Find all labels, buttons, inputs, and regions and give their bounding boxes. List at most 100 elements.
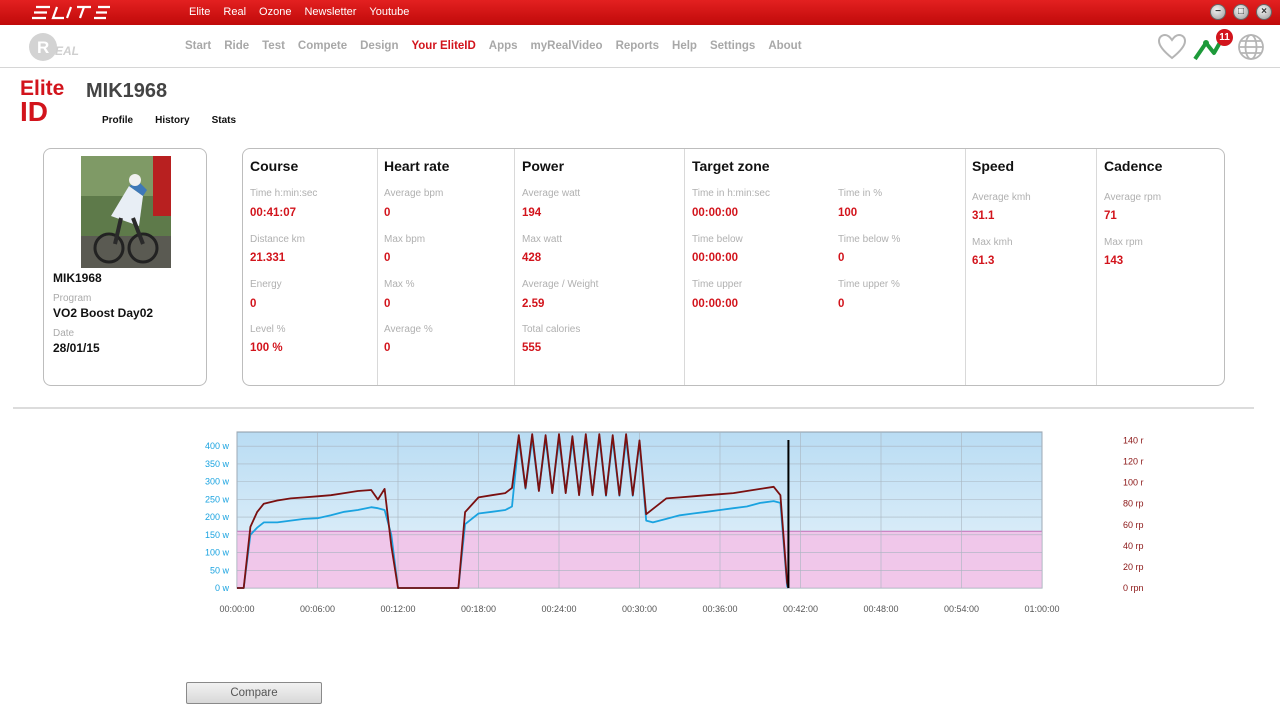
hr-avgpct-value: 0 bbox=[384, 342, 391, 354]
power-title: Power bbox=[522, 158, 565, 174]
power-avg-label: Average watt bbox=[522, 188, 581, 199]
y-left-tick-label: 200 w bbox=[205, 512, 230, 522]
cadence-avg-label: Average rpm bbox=[1104, 192, 1162, 203]
tab-stats[interactable]: Stats bbox=[212, 115, 236, 126]
toolbar-icons: 11 bbox=[1156, 29, 1266, 63]
tz-time-in-pct-value: 100 bbox=[838, 207, 858, 219]
y-right-tick-label: 20 rp bbox=[1123, 562, 1144, 572]
power-max-label: Max watt bbox=[522, 234, 563, 245]
nav-ride[interactable]: Ride bbox=[224, 40, 249, 52]
y-right-tick-label: 80 rp bbox=[1123, 499, 1144, 509]
profile-photo bbox=[81, 156, 171, 268]
y-right-tick-label: 100 r bbox=[1123, 478, 1144, 488]
nav-myrealvideo[interactable]: myRealVideo bbox=[531, 40, 603, 52]
date-label: Date bbox=[53, 328, 75, 339]
nav-test[interactable]: Test bbox=[262, 40, 285, 52]
x-tick-label: 00:00:00 bbox=[219, 604, 254, 614]
y-right-tick-label: 60 rp bbox=[1123, 520, 1144, 530]
y-left-tick-label: 100 w bbox=[205, 548, 230, 558]
nav-help[interactable]: Help bbox=[672, 40, 697, 52]
hr-avg-value: 0 bbox=[384, 207, 391, 219]
y-left-tick-label: 400 w bbox=[205, 441, 230, 451]
nav-settings[interactable]: Settings bbox=[710, 40, 755, 52]
course-level-value: 100 % bbox=[250, 342, 283, 354]
x-tick-label: 00:12:00 bbox=[380, 604, 415, 614]
close-button[interactable]: × bbox=[1256, 4, 1272, 20]
tz-time-upper-label: Time upper bbox=[692, 279, 743, 290]
globe-icon[interactable] bbox=[1236, 32, 1266, 62]
section-divider bbox=[13, 407, 1254, 409]
power-weight-value: 2.59 bbox=[522, 298, 545, 310]
tz-time-upper-pct-label: Time upper % bbox=[838, 279, 900, 290]
nav-apps[interactable]: Apps bbox=[489, 40, 518, 52]
top-nav-ozone[interactable]: Ozone bbox=[259, 6, 291, 18]
y-left-tick-label: 350 w bbox=[205, 459, 230, 469]
tab-history[interactable]: History bbox=[155, 115, 189, 126]
notifications[interactable]: 11 bbox=[1192, 29, 1233, 63]
top-nav-newsletter[interactable]: Newsletter bbox=[304, 6, 356, 18]
workout-chart: 00:00:00 00:06:00 00:12:00 00:18:00 00:24:00… bbox=[205, 431, 1144, 614]
nav-about[interactable]: About bbox=[768, 40, 801, 52]
x-tick-label: 00:36:00 bbox=[702, 604, 737, 614]
course-energy-value: 0 bbox=[250, 298, 257, 310]
speed-avg-value: 31.1 bbox=[972, 210, 995, 222]
heart-icon[interactable] bbox=[1156, 31, 1188, 63]
nav-compete[interactable]: Compete bbox=[298, 40, 347, 52]
tz-time-upper-value: 00:00:00 bbox=[692, 298, 739, 310]
nav-your-eliteid[interactable]: Your EliteID bbox=[411, 40, 475, 52]
nav-design[interactable]: Design bbox=[360, 40, 398, 52]
minimize-button[interactable]: − bbox=[1210, 4, 1226, 20]
y-right-tick-label: 0 rpn bbox=[1123, 583, 1144, 593]
cadence-max-label: Max rpm bbox=[1104, 237, 1143, 248]
course-distance-label: Distance km bbox=[250, 234, 306, 245]
y-right-tick-label: 40 rp bbox=[1123, 541, 1144, 551]
course-title: Course bbox=[250, 158, 299, 174]
tz-time-in-label: Time in h:min:sec bbox=[692, 188, 770, 199]
tz-time-below-pct-label: Time below % bbox=[838, 234, 901, 245]
profile-name: MIK1968 bbox=[53, 271, 102, 285]
eliteid-logo: Elite ID bbox=[20, 78, 64, 125]
power-cal-label: Total calories bbox=[522, 324, 581, 335]
cadence-title: Cadence bbox=[1104, 158, 1163, 174]
compare-button[interactable]: Compare bbox=[186, 682, 322, 704]
window-controls: − □ × bbox=[1210, 4, 1272, 20]
nav-reports[interactable]: Reports bbox=[616, 40, 659, 52]
subtabs: Profile History Stats bbox=[102, 115, 258, 126]
tz-time-below-value: 00:00:00 bbox=[692, 252, 739, 264]
y-left-tick-label: 50 w bbox=[210, 565, 230, 575]
x-tick-label: 00:42:00 bbox=[783, 604, 818, 614]
main-nav: Start Ride Test Compete Design Your Elit… bbox=[185, 40, 815, 52]
date-value: 28/01/15 bbox=[53, 341, 100, 355]
profile-card: MIK1968 Program VO2 Boost Day02 Date 28/… bbox=[43, 148, 207, 386]
x-tick-label: 01:00:00 bbox=[1024, 604, 1059, 614]
maximize-button[interactable]: □ bbox=[1233, 4, 1249, 20]
tz-time-in-value: 00:00:00 bbox=[692, 207, 739, 219]
x-tick-label: 00:18:00 bbox=[461, 604, 496, 614]
x-tick-label: 00:30:00 bbox=[622, 604, 657, 614]
hr-avgpct-label: Average % bbox=[384, 324, 433, 335]
course-time-label: Time h:min:sec bbox=[250, 188, 318, 199]
course-distance-value: 21.331 bbox=[250, 252, 286, 264]
page-title: MIK1968 bbox=[86, 80, 168, 102]
cadence-max-value: 143 bbox=[1104, 255, 1124, 267]
program-label: Program bbox=[53, 293, 92, 304]
top-nav-real[interactable]: Real bbox=[223, 6, 246, 18]
power-max-value: 428 bbox=[522, 252, 542, 264]
speed-max-value: 61.3 bbox=[972, 255, 995, 267]
real-logo[interactable]: R EAL bbox=[28, 30, 86, 64]
y-right-tick-label: 120 r bbox=[1123, 457, 1144, 467]
nav-start[interactable]: Start bbox=[185, 40, 211, 52]
top-nav-elite[interactable]: Elite bbox=[189, 6, 210, 18]
hr-maxpct-value: 0 bbox=[384, 298, 391, 310]
hr-max-label: Max bpm bbox=[384, 234, 426, 245]
x-tick-label: 00:06:00 bbox=[300, 604, 335, 614]
course-level-label: Level % bbox=[250, 324, 286, 335]
top-nav-youtube[interactable]: Youtube bbox=[369, 6, 409, 18]
cadence-avg-value: 71 bbox=[1104, 210, 1117, 222]
speed-max-label: Max kmh bbox=[972, 237, 1013, 248]
power-weight-label: Average / Weight bbox=[522, 279, 599, 290]
hr-max-value: 0 bbox=[384, 252, 391, 264]
course-section: Course Time h:min:sec 00:41:07 Distance … bbox=[243, 149, 378, 385]
speed-avg-label: Average kmh bbox=[972, 192, 1031, 203]
tab-profile[interactable]: Profile bbox=[102, 115, 133, 126]
